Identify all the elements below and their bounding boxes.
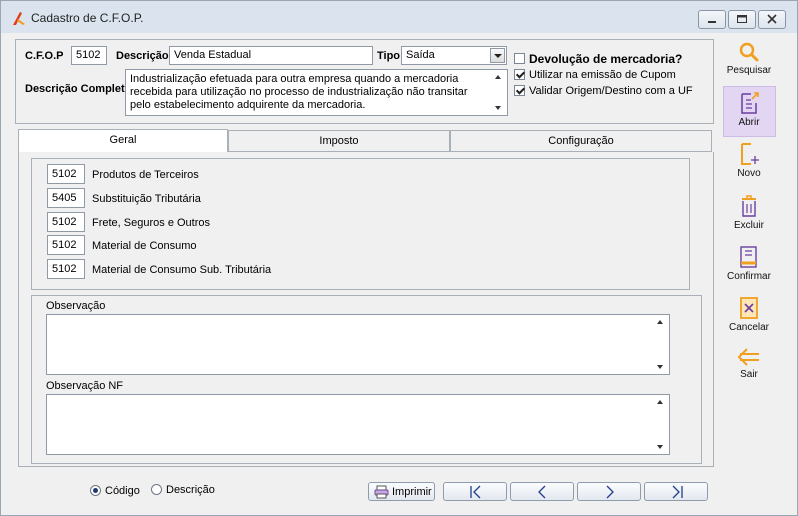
frete-code[interactable]: 5102 [47,212,85,232]
cfop-window: Cadastro de C.F.O.P. C.F.O.P 5102 Descri… [0,0,798,516]
produtos-terceiros-label: Produtos de Terceiros [92,169,199,181]
memo-scrollbar[interactable] [491,70,507,115]
chevron-down-icon[interactable] [490,48,505,63]
confirmar-label: Confirmar [727,271,771,282]
produtos-terceiros-code[interactable]: 5102 [47,164,85,184]
origem-destino-checkbox[interactable] [514,85,525,96]
material-consumo-code[interactable]: 5102 [47,235,85,255]
cupom-label: Utilizar na emissão de Cupom [529,69,676,81]
client-area: C.F.O.P 5102 Descrição Venda Estadual Ti… [5,33,794,512]
devolucao-label: Devolução de mercadoria? [529,52,683,66]
open-document-icon [741,92,759,114]
pesquisar-button[interactable]: Pesquisar [721,41,777,76]
last-record-button[interactable] [644,482,708,501]
scroll-up-icon[interactable] [657,400,663,404]
material-consumo-st-code[interactable]: 5102 [47,259,85,279]
minimize-icon [708,21,716,23]
sort-codigo-radio[interactable] [90,485,101,496]
close-icon [767,14,777,24]
tab-configuracao[interactable]: Configuração [450,130,712,152]
maximize-button[interactable] [728,10,756,29]
descricao-completa-label: Descrição Completa [25,83,131,95]
observacao-label: Observação [46,300,106,312]
previous-record-button[interactable] [510,482,574,501]
cfop-field[interactable]: 5102 [71,46,107,65]
sort-descricao-label: Descrição [166,484,215,496]
material-consumo-label: Material de Consumo [92,240,197,252]
observacao-nf-field[interactable] [46,394,670,455]
new-document-icon [741,143,759,165]
abrir-label: Abrir [738,117,760,128]
confirmar-button[interactable]: Confirmar [721,245,777,282]
observacao-nf-scrollbar[interactable] [653,395,669,454]
confirm-icon [740,246,757,268]
previous-record-icon [538,485,546,499]
material-consumo-st-label: Material de Consumo Sub. Tributária [92,264,272,276]
descricao-completa-text: Industrialização efetuada para outra emp… [130,73,468,111]
first-record-button[interactable] [443,482,507,501]
frete-label: Frete, Seguros e Outros [92,217,210,229]
observacao-field[interactable] [46,314,670,375]
substituicao-code[interactable]: 5405 [47,188,85,208]
scroll-down-icon[interactable] [657,445,663,449]
next-record-button[interactable] [577,482,641,501]
observacao-scrollbar[interactable] [653,315,669,374]
close-button[interactable] [758,10,786,29]
cupom-checkbox[interactable] [514,69,525,80]
observacao-nf-label: Observação NF [46,380,124,392]
tab-configuracao-label: Configuração [548,135,614,147]
exit-arrow-icon [737,348,759,366]
excluir-button[interactable]: Excluir [721,194,777,231]
scroll-up-icon[interactable] [657,320,663,324]
cancelar-button[interactable]: Cancelar [721,296,777,333]
cancel-icon [740,297,758,319]
descricao-field[interactable]: Venda Estadual [169,46,373,65]
tab-geral[interactable]: Geral [18,129,228,153]
sort-descricao-radio[interactable] [151,484,162,495]
sair-button[interactable]: Sair [721,347,777,380]
app-logo-icon [13,12,25,25]
excluir-label: Excluir [733,220,764,231]
novo-button[interactable]: Novo [721,142,777,179]
scroll-down-icon[interactable] [495,106,501,110]
origem-destino-label: Validar Origem/Destino com a UF [529,85,693,97]
last-record-icon [672,485,683,499]
scroll-up-icon[interactable] [495,75,501,79]
pesquisar-label: Pesquisar [726,65,772,76]
first-record-icon [470,485,481,499]
novo-label: Novo [737,168,761,179]
devolucao-checkbox[interactable] [514,53,525,64]
imprimir-button[interactable]: Imprimir [368,482,435,501]
cfop-label: C.F.O.P [25,50,64,62]
search-icon [739,42,759,62]
tipo-value: Saída [406,49,435,61]
maximize-icon [737,15,747,23]
tab-imposto[interactable]: Imposto [228,130,450,152]
title-bar[interactable]: Cadastro de C.F.O.P. [1,1,797,33]
next-record-icon [606,485,614,499]
descricao-label: Descrição [116,50,169,62]
scroll-down-icon[interactable] [657,365,663,369]
printer-icon [374,485,389,499]
tab-geral-label: Geral [109,134,137,146]
descricao-completa-field[interactable]: Industrialização efetuada para outra emp… [125,69,508,116]
substituicao-label: Substituição Tributária [92,193,201,205]
abrir-button[interactable]: Abrir [721,91,777,128]
tipo-label: Tipo [377,50,401,62]
imprimir-label: Imprimir [392,486,432,498]
trash-icon [742,195,756,217]
cancelar-label: Cancelar [728,322,770,333]
sort-codigo-label: Código [105,485,140,497]
tab-imposto-label: Imposto [319,135,359,147]
minimize-button[interactable] [698,10,726,29]
window-title: Cadastro de C.F.O.P. [31,11,144,25]
sair-label: Sair [740,369,758,380]
tipo-select[interactable]: Saída [401,46,507,65]
